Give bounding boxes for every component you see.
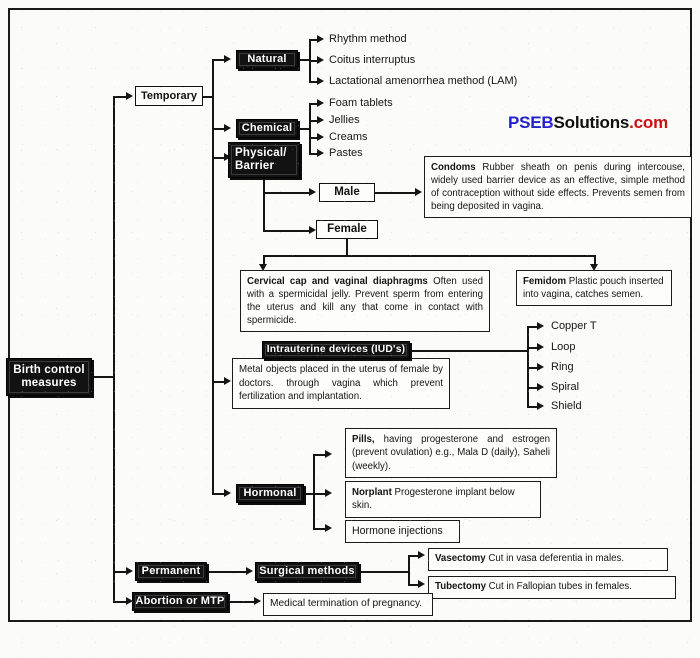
arrowhead-jellies xyxy=(317,116,324,124)
connector-barrier-to-female xyxy=(263,230,311,232)
arrowhead-surgical-methods xyxy=(246,567,253,575)
box-chemical: Chemical xyxy=(236,119,298,138)
box-permanent: Permanent xyxy=(135,562,207,581)
label-foam-tablets: Foam tablets xyxy=(329,97,393,109)
connector-temporary-trunk xyxy=(212,60,214,494)
connector-abortion-to-mtp-detail xyxy=(228,601,256,603)
connector-permanent-to-surgical xyxy=(207,571,249,573)
connector-barrier-trunk xyxy=(263,178,265,231)
box-male: Male xyxy=(319,183,375,202)
arrowhead-male xyxy=(309,188,316,196)
box-female: Female xyxy=(316,220,378,239)
arrowhead-iud xyxy=(224,377,231,385)
connector-female-stem xyxy=(346,239,348,256)
watermark-dotcom: .com xyxy=(629,113,669,132)
connector-root-stem xyxy=(92,376,114,378)
vasectomy-term: Vasectomy xyxy=(435,553,486,564)
arrowhead-creams xyxy=(317,133,324,141)
box-physical-barrier: Physical/ Barrier xyxy=(228,142,300,178)
watermark-pseb: PSEB xyxy=(508,113,554,132)
label-spiral: Spiral xyxy=(551,381,580,393)
pseb-solutions-watermark: PSEBSolutions.com xyxy=(508,113,668,133)
femidom-term: Femidom xyxy=(523,276,567,287)
flowchart-canvas: PSEBSolutions.com Birth control measures… xyxy=(0,0,700,658)
tubectomy-term: Tubectomy xyxy=(435,581,486,592)
arrowhead-permanent xyxy=(126,567,133,575)
label-creams: Creams xyxy=(329,131,368,143)
arrowhead-condoms xyxy=(415,188,422,196)
arrowhead-temporary xyxy=(126,92,133,100)
pills-term: Pills, xyxy=(352,434,375,445)
connector-female-split xyxy=(263,255,595,257)
connector-surgical-trunk xyxy=(408,556,410,586)
connector-surgical-stem xyxy=(359,571,409,573)
box-femidom: Femidom Plastic pouch inserted into vagi… xyxy=(516,270,672,307)
pills-description: having progesterone and estrogen (preven… xyxy=(352,434,550,472)
arrowhead-chemical xyxy=(224,124,231,132)
arrowhead-hormone-injections xyxy=(325,524,332,532)
box-tubectomy: Tubectomy Cut in Fallopian tubes in fema… xyxy=(428,576,676,599)
label-pastes: Pastes xyxy=(329,147,363,159)
box-iud-title: Intrauterine devices (IUD's) xyxy=(262,341,410,359)
label-jellies: Jellies xyxy=(329,114,360,126)
root-box-birth-control-measures: Birth control measures xyxy=(6,358,92,396)
connector-chemical-trunk xyxy=(309,104,311,154)
arrowhead-shield xyxy=(537,402,544,410)
box-hormonal: Hormonal xyxy=(236,484,304,503)
box-iud-description: Metal objects placed in the uterus of fe… xyxy=(232,358,450,409)
arrowhead-pills xyxy=(325,450,332,458)
norplant-term: Norplant xyxy=(352,487,392,498)
arrowhead-pastes xyxy=(317,149,324,157)
condoms-term: Condoms xyxy=(431,162,476,173)
label-coitus-interruptus: Coitus interruptus xyxy=(329,54,416,66)
label-shield: Shield xyxy=(551,400,582,412)
connector-male-to-condoms xyxy=(375,192,419,194)
connector-hormonal-trunk xyxy=(313,455,315,529)
arrowhead-female xyxy=(309,226,316,234)
arrowhead-foam-tablets xyxy=(317,99,324,107)
arrowhead-lam xyxy=(317,77,324,85)
watermark-solutions: Solutions xyxy=(553,113,630,132)
arrowhead-vasectomy xyxy=(418,551,425,559)
cervical-cap-term: Cervical cap and vaginal diaphragms xyxy=(247,276,428,287)
tubectomy-description: Cut in Fallopian tubes in females. xyxy=(488,581,632,592)
vasectomy-description: Cut in vasa deferentia in males. xyxy=(488,553,625,564)
box-norplant: Norplant Progesterone implant below skin… xyxy=(345,481,541,518)
arrowhead-hormonal xyxy=(224,489,231,497)
label-rhythm-method: Rhythm method xyxy=(329,33,407,45)
connector-barrier-to-male xyxy=(263,192,311,194)
box-natural: Natural xyxy=(236,50,298,69)
box-condoms: Condoms Rubber sheath on penis during in… xyxy=(424,156,692,219)
box-pills: Pills, having progesterone and estrogen … xyxy=(345,428,557,479)
arrowhead-ring xyxy=(537,363,544,371)
label-loop: Loop xyxy=(551,341,576,353)
label-lactational-amenorrhea-method: Lactational amenorrhea method (LAM) xyxy=(329,75,518,87)
arrowhead-mtp-detail xyxy=(254,597,261,605)
box-vasectomy: Vasectomy Cut in vasa deferentia in male… xyxy=(428,548,668,571)
connector-iud-to-types xyxy=(410,350,528,352)
box-medical-termination: Medical termination of pregnancy. xyxy=(263,593,433,616)
connector-main-trunk xyxy=(113,97,115,601)
box-abortion-or-mtp: Abortion or MTP xyxy=(132,592,228,611)
hormone-injections-label: Hormone injections xyxy=(352,525,443,537)
box-hormone-injections: Hormone injections xyxy=(345,520,460,544)
arrowhead-natural xyxy=(224,55,231,63)
box-temporary: Temporary xyxy=(135,86,203,106)
arrowhead-tubectomy xyxy=(418,580,425,588)
arrowhead-rhythm-method xyxy=(317,35,324,43)
label-copper-t: Copper T xyxy=(551,320,597,332)
arrowhead-norplant xyxy=(325,489,332,497)
box-cervical-cap: Cervical cap and vaginal diaphragms Ofte… xyxy=(240,270,490,333)
arrowhead-spiral xyxy=(537,383,544,391)
arrowhead-coitus-interruptus xyxy=(317,56,324,64)
arrowhead-loop xyxy=(537,343,544,351)
box-surgical-methods: Surgical methods xyxy=(255,562,359,581)
label-ring: Ring xyxy=(551,361,574,373)
arrowhead-copper-t xyxy=(537,322,544,330)
